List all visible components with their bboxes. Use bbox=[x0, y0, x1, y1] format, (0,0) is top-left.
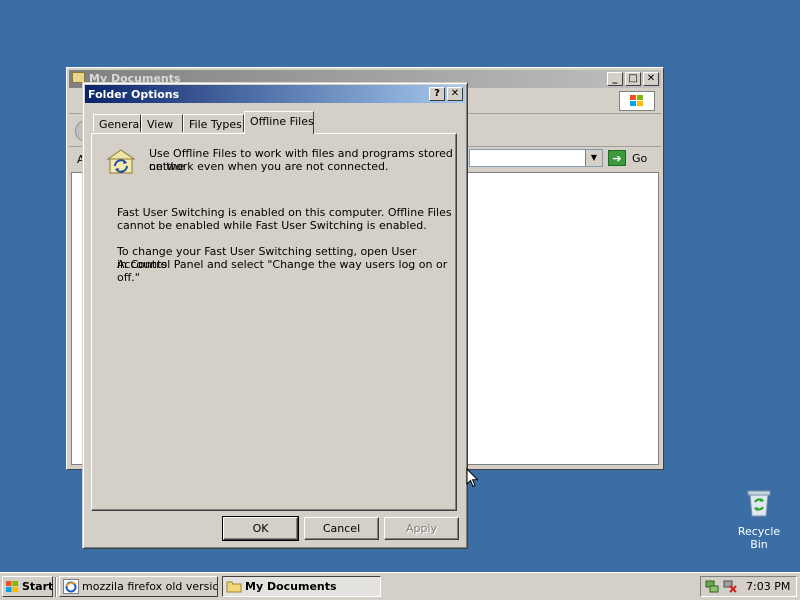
network-disconnected-icon[interactable] bbox=[723, 579, 738, 594]
tab-file-types[interactable]: File Types bbox=[183, 114, 244, 132]
windows-flag-icon bbox=[6, 581, 18, 592]
go-label: Go bbox=[632, 152, 648, 165]
mouse-cursor-icon bbox=[466, 467, 479, 491]
folder-icon bbox=[226, 581, 242, 593]
network-icon[interactable] bbox=[705, 579, 719, 594]
instructions-text-line2: in Control Panel and select "Change the … bbox=[117, 258, 448, 284]
folder-options-dialog[interactable]: Folder Options ? ✕ General View File Typ… bbox=[82, 82, 468, 549]
warning-text-line1: Fast User Switching is enabled on this c… bbox=[117, 206, 452, 219]
clock: 7:03 PM bbox=[746, 580, 791, 593]
apply-button[interactable]: Apply bbox=[384, 517, 459, 540]
recycle-bin[interactable]: Recycle Bin bbox=[728, 488, 790, 551]
chevron-down-icon[interactable]: ▼ bbox=[585, 150, 602, 166]
dialog-title: Folder Options bbox=[88, 88, 180, 101]
task-button-my-documents[interactable]: My Documents bbox=[222, 576, 381, 597]
windows-logo-icon bbox=[619, 91, 655, 111]
task-label: mozzila firefox old versio... bbox=[82, 580, 218, 593]
tab-general[interactable]: General bbox=[93, 114, 142, 132]
address-input[interactable]: ▼ bbox=[469, 149, 603, 167]
taskbar-separator bbox=[55, 577, 57, 597]
taskbar: Start mozzila firefox old versio... My D… bbox=[0, 572, 800, 600]
task-label: My Documents bbox=[245, 580, 337, 593]
tab-offline-files[interactable]: Offline Files bbox=[244, 111, 314, 134]
task-button-firefox[interactable]: mozzila firefox old versio... bbox=[59, 576, 218, 597]
help-button[interactable]: ? bbox=[429, 87, 445, 101]
offline-files-panel: Use Offline Files to work with files and… bbox=[91, 133, 457, 511]
dialog-close-button[interactable]: ✕ bbox=[447, 87, 463, 101]
start-button[interactable]: Start bbox=[2, 576, 53, 597]
warning-text-line2: cannot be enabled while Fast User Switch… bbox=[117, 219, 427, 232]
start-label: Start bbox=[22, 580, 54, 593]
cancel-button[interactable]: Cancel bbox=[304, 517, 379, 540]
close-button[interactable]: ✕ bbox=[643, 72, 659, 86]
minimize-button[interactable]: _ bbox=[607, 72, 623, 86]
system-tray: 7:03 PM bbox=[700, 576, 797, 597]
ok-button[interactable]: OK bbox=[222, 516, 299, 541]
tab-view[interactable]: View bbox=[141, 114, 183, 132]
dialog-titlebar[interactable]: Folder Options ? ✕ bbox=[85, 85, 465, 103]
recycle-bin-label: Recycle Bin bbox=[737, 525, 781, 551]
recycle-bin-icon bbox=[747, 490, 771, 517]
offline-files-icon bbox=[106, 147, 136, 175]
intro-text-line2: network even when you are not connected. bbox=[149, 160, 389, 173]
ie-icon bbox=[63, 579, 79, 594]
maximize-button[interactable]: □ bbox=[625, 72, 641, 86]
go-arrow-icon: ➔ bbox=[608, 150, 626, 166]
